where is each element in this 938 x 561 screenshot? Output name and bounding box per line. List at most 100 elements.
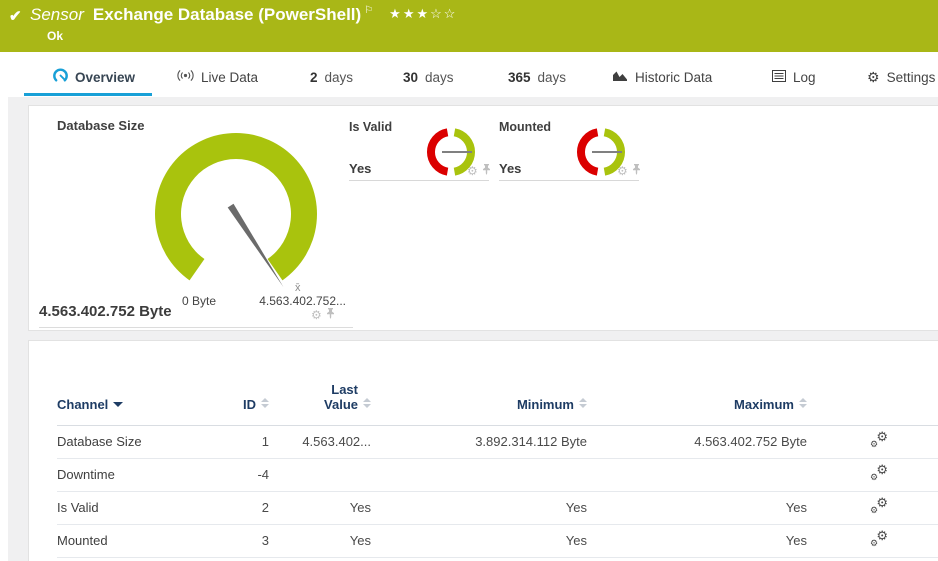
gauge-average-marker: x̄ bbox=[295, 282, 301, 294]
is-valid-widget: Is Valid Yes ⚙ bbox=[349, 118, 499, 182]
gauge-current-value: 4.563.402.752 Byte bbox=[39, 303, 172, 320]
table-row: Is Valid 2 Yes Yes Yes ⚙⚙ bbox=[57, 491, 938, 524]
widget-toolbar: ⚙ bbox=[467, 162, 491, 180]
gear-icon[interactable]: ⚙ bbox=[467, 164, 478, 178]
channel-maximum: Yes bbox=[587, 524, 807, 557]
tab-bar: Overview Live Data 2 days 30 days 365 da… bbox=[0, 52, 938, 97]
sensor-title-row: Sensor Exchange Database (PowerShell)⚐ ★★★… bbox=[30, 5, 457, 25]
channel-minimum bbox=[371, 458, 587, 491]
channel-name: Database Size bbox=[57, 425, 207, 458]
col-header-minimum[interactable]: Minimum bbox=[371, 341, 587, 425]
channel-name: Downtime bbox=[57, 458, 207, 491]
pin-icon[interactable] bbox=[482, 162, 491, 180]
channel-settings-icon[interactable]: ⚙⚙ bbox=[870, 465, 888, 481]
channel-minimum: Yes bbox=[371, 524, 587, 557]
tab-log[interactable]: Log bbox=[772, 60, 816, 94]
channel-maximum: Yes bbox=[587, 491, 807, 524]
channel-id: 1 bbox=[207, 425, 269, 458]
table-row: Downtime -4 ⚙⚙ bbox=[57, 458, 938, 491]
gauge-min-label: 0 Byte bbox=[166, 294, 232, 308]
priority-stars[interactable]: ★★★☆☆ bbox=[389, 6, 457, 21]
col-header-maximum[interactable]: Maximum bbox=[587, 341, 807, 425]
flag-icon[interactable]: ⚐ bbox=[364, 5, 373, 16]
tab-label: days bbox=[325, 70, 354, 85]
gauge-toolbar: ⚙ bbox=[311, 306, 335, 324]
col-header-channel[interactable]: Channel bbox=[57, 341, 207, 425]
widget-value: Yes bbox=[349, 161, 371, 176]
channel-name: Mounted bbox=[57, 524, 207, 557]
gauge-icon bbox=[53, 68, 68, 86]
tab-number: 365 bbox=[508, 70, 531, 85]
col-header-id[interactable]: ID bbox=[207, 341, 269, 425]
database-size-gauge bbox=[151, 129, 321, 299]
gear-icon[interactable]: ⚙ bbox=[311, 308, 322, 322]
channel-last-value bbox=[269, 458, 371, 491]
tab-settings[interactable]: ⚙ Settings bbox=[867, 60, 935, 94]
channel-id: 2 bbox=[207, 491, 269, 524]
widget-value: Yes bbox=[499, 161, 521, 176]
sort-desc-icon bbox=[113, 402, 123, 407]
channel-table: Channel ID Last Value Minimum Maximum Da… bbox=[57, 341, 938, 558]
tab-live-data[interactable]: Live Data bbox=[177, 60, 258, 94]
channels-panel: Channel ID Last Value Minimum Maximum Da… bbox=[28, 340, 938, 561]
sensor-header: ✔ SensorExchange Database (PowerShell)⚐★… bbox=[0, 0, 938, 52]
gauge-title: Database Size bbox=[57, 118, 144, 133]
tab-label: days bbox=[538, 70, 567, 85]
sort-icon bbox=[579, 398, 587, 408]
tab-label: Settings bbox=[887, 70, 936, 85]
live-data-icon bbox=[177, 69, 194, 85]
tab-365-days[interactable]: 365 days bbox=[508, 60, 566, 94]
object-kind-label: Sensor bbox=[30, 5, 84, 24]
col-header-last-value[interactable]: Last Value bbox=[269, 341, 371, 425]
active-tab-underline bbox=[24, 93, 152, 96]
widget-divider bbox=[39, 327, 353, 328]
tab-2-days[interactable]: 2 days bbox=[310, 60, 353, 94]
channel-settings-icon[interactable]: ⚙⚙ bbox=[870, 498, 888, 514]
channel-maximum: 4.563.402.752 Byte bbox=[587, 425, 807, 458]
tab-number: 30 bbox=[403, 70, 418, 85]
col-header-actions bbox=[807, 341, 938, 425]
sort-icon bbox=[799, 398, 807, 408]
channel-name: Is Valid bbox=[57, 491, 207, 524]
gear-icon[interactable]: ⚙ bbox=[617, 164, 628, 178]
table-row: Database Size 1 4.563.402... 3.892.314.1… bbox=[57, 425, 938, 458]
channel-id: -4 bbox=[207, 458, 269, 491]
tab-label: Overview bbox=[75, 70, 135, 85]
sort-icon bbox=[363, 398, 371, 408]
page-title: Exchange Database (PowerShell) bbox=[93, 5, 361, 24]
table-row: Mounted 3 Yes Yes Yes ⚙⚙ bbox=[57, 524, 938, 557]
pin-icon[interactable] bbox=[326, 306, 335, 324]
widget-toolbar: ⚙ bbox=[617, 162, 641, 180]
tab-label: Log bbox=[793, 70, 816, 85]
channel-last-value: Yes bbox=[269, 524, 371, 557]
tab-label: days bbox=[425, 70, 454, 85]
widget-divider bbox=[499, 180, 639, 181]
widget-title: Mounted bbox=[499, 120, 551, 134]
gauges-panel: Database Size 0 Byte 4.563.402.752... x̄… bbox=[28, 105, 938, 331]
tab-label: Live Data bbox=[201, 70, 258, 85]
channel-settings-icon[interactable]: ⚙⚙ bbox=[870, 531, 888, 547]
stars-filled: ★★★ bbox=[389, 6, 430, 21]
channel-minimum: 3.892.314.112 Byte bbox=[371, 425, 587, 458]
channel-settings-icon[interactable]: ⚙⚙ bbox=[870, 432, 888, 448]
channel-last-value: Yes bbox=[269, 491, 371, 524]
tab-overview[interactable]: Overview bbox=[53, 60, 135, 94]
status-badge: Ok bbox=[47, 29, 63, 43]
pin-icon[interactable] bbox=[632, 162, 641, 180]
channel-maximum bbox=[587, 458, 807, 491]
mounted-widget: Mounted Yes ⚙ bbox=[499, 118, 649, 182]
sort-icon bbox=[261, 398, 269, 408]
tab-historic-data[interactable]: Historic Data bbox=[612, 60, 712, 94]
log-list-icon bbox=[772, 70, 786, 85]
gauge-needle bbox=[228, 204, 284, 287]
content-area: Database Size 0 Byte 4.563.402.752... x̄… bbox=[8, 97, 938, 561]
tab-30-days[interactable]: 30 days bbox=[403, 60, 454, 94]
channel-last-value: 4.563.402... bbox=[269, 425, 371, 458]
tab-number: 2 bbox=[310, 70, 318, 85]
prtg-sensor-page: ✔ SensorExchange Database (PowerShell)⚐★… bbox=[0, 0, 938, 561]
channel-minimum: Yes bbox=[371, 491, 587, 524]
channel-id: 3 bbox=[207, 524, 269, 557]
widget-title: Is Valid bbox=[349, 120, 392, 134]
tab-label: Historic Data bbox=[635, 70, 712, 85]
widget-divider bbox=[349, 180, 489, 181]
